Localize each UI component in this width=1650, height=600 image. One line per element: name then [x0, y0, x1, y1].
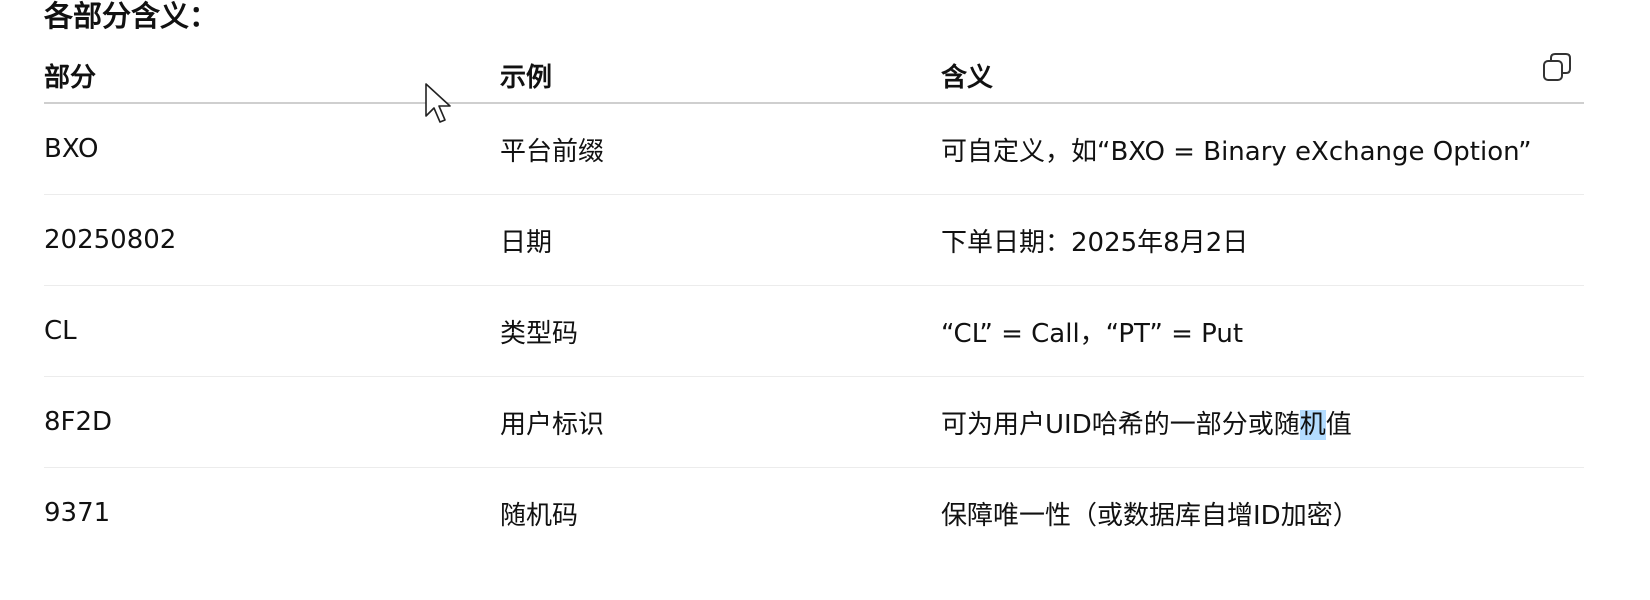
- table-row: BXO 平台前缀 可自定义，如“BXO = Binary eXchange Op…: [44, 103, 1584, 195]
- copy-table-button[interactable]: [1542, 52, 1572, 82]
- section-heading: 各部分含义：: [44, 0, 219, 33]
- meaning-text-before: 可为用户UID哈希的一部分或随: [941, 409, 1300, 440]
- cell-example: 日期: [500, 194, 941, 286]
- meaning-table: 部分 示例 含义 BXO 平台前缀 可自定义，如“BXO = Binary eX…: [44, 48, 1584, 558]
- text-selection-highlight: 机: [1299, 409, 1326, 440]
- cell-example: 类型码: [500, 285, 941, 377]
- table-row: 9371 随机码 保障唯一性（或数据库自增ID加密）: [44, 468, 1584, 559]
- column-header-part: 部分: [44, 48, 500, 104]
- column-header-example: 示例: [500, 48, 941, 104]
- table-row: 8F2D 用户标识 可为用户UID哈希的一部分或随机值: [44, 376, 1584, 468]
- column-header-meaning: 含义: [941, 48, 1584, 104]
- cell-meaning[interactable]: 可为用户UID哈希的一部分或随机值: [941, 376, 1584, 468]
- table-row: CL 类型码 “CL” = Call，“PT” = Put: [44, 285, 1584, 377]
- cell-meaning: “CL” = Call，“PT” = Put: [941, 285, 1584, 377]
- cell-example: 随机码: [500, 500, 579, 531]
- meaning-text-after: 值: [1325, 409, 1352, 440]
- cell-part: BXO: [44, 103, 500, 195]
- cell-meaning: 可自定义，如“BXO = Binary eXchange Option”: [941, 103, 1584, 195]
- cell-part: CL: [44, 285, 500, 377]
- cell-example: 平台前缀: [500, 103, 941, 195]
- cell-meaning: 下单日期：2025年8月2日: [941, 194, 1584, 286]
- table-row: 20250802 日期 下单日期：2025年8月2日: [44, 194, 1584, 286]
- copy-icon: [1543, 53, 1571, 81]
- table-header-row: 部分 示例 含义: [44, 48, 1584, 104]
- cell-part: 8F2D: [44, 376, 500, 468]
- cell-part: 9371: [44, 498, 111, 528]
- cell-part: 20250802: [44, 194, 500, 286]
- cell-meaning: 保障唯一性（或数据库自增ID加密）: [941, 500, 1359, 531]
- cell-example: 用户标识: [500, 376, 941, 468]
- meaning-table-container: 部分 示例 含义 BXO 平台前缀 可自定义，如“BXO = Binary eX…: [44, 48, 1584, 558]
